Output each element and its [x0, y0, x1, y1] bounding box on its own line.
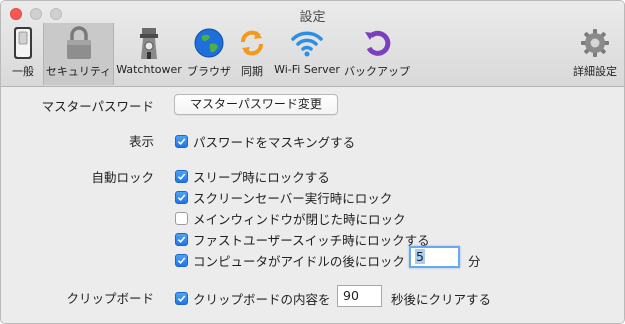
toolbar-item-watchtower[interactable]: Watchtower: [115, 23, 183, 85]
lock-on-idle-checkbox[interactable]: [175, 254, 188, 267]
lock-on-screensaver-label: スクリーンセーバー実行時にロック: [193, 191, 393, 206]
lock-on-sleep-label: スリープ時にロックする: [193, 170, 330, 185]
lock-on-window-close-label: メインウィンドウが閉じた時にロック: [193, 212, 406, 227]
mask-passwords-label: パスワードをマスキングする: [193, 135, 356, 150]
clear-clipboard-option[interactable]: クリップボードの内容を: [175, 289, 331, 308]
lock-on-screensaver-checkbox[interactable]: [175, 191, 188, 204]
lock-on-screensaver-option[interactable]: スクリーンセーバー実行時にロック: [175, 188, 392, 207]
sync-icon: [235, 26, 269, 60]
wifi-icon: [290, 26, 324, 60]
idle-minutes-field[interactable]: 5: [409, 246, 460, 268]
clear-clipboard-checkbox[interactable]: [175, 292, 188, 305]
clipboard-seconds-suffix: 秒後にクリアする: [391, 292, 492, 307]
toolbar-item-wifi-server[interactable]: Wi-Fi Server: [273, 23, 341, 85]
padlock-icon: [62, 26, 96, 60]
toolbar-item-backup[interactable]: バックアップ: [343, 23, 411, 85]
toolbar-item-browser[interactable]: ブラウザ: [185, 23, 233, 85]
lock-on-user-switch-label: ファストユーザースイッチ時にロックする: [193, 233, 430, 248]
toolbar-item-general[interactable]: 一般: [4, 23, 42, 85]
preferences-window: 設定 一般 セキュリティ Watchtower ブラウザ 同期 Wi-Fi Se…: [0, 0, 625, 324]
toolbar-label: セキュリティ: [45, 65, 112, 78]
toolbar-label: 詳細設定: [573, 65, 617, 78]
toolbar: 設定 一般 セキュリティ Watchtower ブラウザ 同期 Wi-Fi Se…: [1, 1, 624, 87]
idle-minutes-value: 5: [415, 249, 425, 264]
change-master-password-button[interactable]: マスターパスワード変更: [174, 94, 338, 115]
toolbar-item-advanced[interactable]: 詳細設定: [569, 23, 621, 85]
lock-on-sleep-option[interactable]: スリープ時にロックする: [175, 167, 330, 186]
toolbar-label: 同期: [241, 65, 263, 78]
lock-on-sleep-checkbox[interactable]: [175, 170, 188, 183]
lock-on-window-close-checkbox[interactable]: [175, 212, 188, 225]
clipboard-label: クリップボード: [66, 291, 154, 306]
toolbar-label: バックアップ: [344, 65, 410, 78]
toolbar-label: Watchtower: [116, 63, 182, 76]
auto-lock-label: 自動ロック: [91, 170, 154, 185]
master-password-label: マスターパスワード: [41, 99, 154, 114]
lock-on-window-close-option[interactable]: メインウィンドウが閉じた時にロック: [175, 209, 406, 228]
toolbar-label: ブラウザ: [187, 65, 231, 78]
backup-icon: [360, 26, 394, 60]
toolbar-label: Wi-Fi Server: [274, 63, 340, 76]
mask-passwords-checkbox[interactable]: [175, 135, 188, 148]
lock-on-user-switch-option[interactable]: ファストユーザースイッチ時にロックする: [175, 230, 430, 249]
globe-icon: [192, 26, 226, 60]
idle-unit-label: 分: [468, 254, 481, 269]
display-label: 表示: [128, 134, 154, 149]
toolbar-label: 一般: [12, 65, 34, 78]
lock-on-idle-label: コンピュータがアイドルの後にロック: [193, 254, 405, 269]
mask-passwords-option[interactable]: パスワードをマスキングする: [175, 132, 355, 151]
watchtower-icon: [132, 26, 166, 60]
lock-on-user-switch-checkbox[interactable]: [175, 233, 188, 246]
toolbar-item-security[interactable]: セキュリティ: [43, 23, 114, 85]
clipboard-seconds-field[interactable]: 90: [337, 285, 382, 307]
switch-icon: [6, 26, 40, 60]
lock-on-idle-option[interactable]: コンピュータがアイドルの後にロック: [175, 251, 405, 270]
toolbar-item-sync[interactable]: 同期: [234, 23, 270, 85]
gear-icon: [578, 26, 612, 60]
clear-clipboard-label: クリップボードの内容を: [193, 292, 331, 307]
